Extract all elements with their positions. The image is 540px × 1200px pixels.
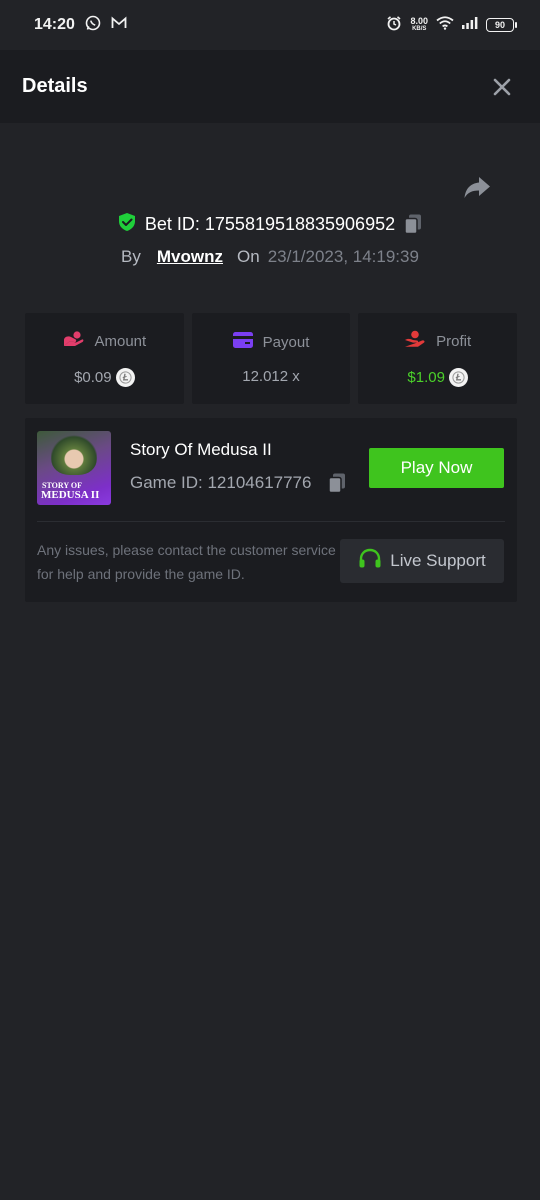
game-name: Story Of Medusa II xyxy=(130,440,272,459)
stat-profit-value-row: $1.09 xyxy=(407,368,468,387)
network-speed-unit: KB/S xyxy=(412,26,427,32)
by-label: By xyxy=(121,247,141,266)
live-support-label: Live Support xyxy=(390,551,486,570)
stat-amount-value: $0.09 xyxy=(74,369,112,386)
stat-amount-head: Amount xyxy=(62,330,146,352)
play-now-button[interactable]: Play Now xyxy=(369,448,504,488)
signal-icon xyxy=(462,16,478,34)
stat-payout-value-row: 12.012 x xyxy=(242,368,300,385)
share-button[interactable] xyxy=(462,174,492,202)
stat-amount-label: Amount xyxy=(94,332,147,350)
wifi-icon xyxy=(436,15,454,35)
bet-stats: Amount $0.09 Payout 12.012 x Profit $1.0… xyxy=(25,313,518,404)
on-label: On xyxy=(237,247,260,266)
amount-icon xyxy=(62,330,84,352)
stat-payout-value: 12.012 x xyxy=(242,368,300,385)
stat-amount: Amount $0.09 xyxy=(25,313,184,404)
copy-icon xyxy=(328,473,346,494)
copy-icon xyxy=(404,214,422,235)
litecoin-icon xyxy=(448,368,468,387)
card-icon xyxy=(232,332,253,352)
battery-indicator: 90 xyxy=(486,18,517,32)
status-bar-left: 14:20 xyxy=(34,15,127,36)
stat-profit-label: Profit xyxy=(436,332,472,350)
whatsapp-icon xyxy=(85,15,101,36)
game-thumbnail[interactable]: STORY OF MEDUSA II xyxy=(37,431,111,505)
game-id-text: Game ID: 12104617776 xyxy=(130,473,312,492)
close-icon xyxy=(493,78,511,95)
stat-payout-label: Payout xyxy=(262,333,310,351)
stat-profit-head: Profit xyxy=(404,330,471,352)
stat-payout-head: Payout xyxy=(232,332,310,352)
gmail-icon xyxy=(111,16,127,35)
stat-profit-value: $1.09 xyxy=(407,369,445,386)
stat-payout: Payout 12.012 x xyxy=(191,313,351,404)
page-title: Details xyxy=(22,75,88,97)
bet-date: 23/1/2023, 14:19:39 xyxy=(267,247,419,266)
username-link[interactable]: Mvownz xyxy=(157,247,223,267)
status-bar-right: 8.00 KB/S 90 xyxy=(386,15,517,36)
copy-game-id-button[interactable] xyxy=(327,472,347,494)
support-note: Any issues, please contact the customer … xyxy=(37,542,336,582)
network-speed: 8.00 KB/S xyxy=(410,17,428,33)
share-icon xyxy=(464,177,490,198)
shield-check-icon xyxy=(117,212,137,237)
bet-meta-row: By Mvownz On 23/1/2023, 14:19:39 xyxy=(0,244,540,270)
network-speed-value: 8.00 xyxy=(410,16,428,26)
game-id-row: Game ID: 12104617776 xyxy=(130,472,347,494)
alarm-icon xyxy=(386,15,402,36)
game-card: STORY OF MEDUSA II Story Of Medusa II Ga… xyxy=(25,418,517,602)
profit-icon xyxy=(404,330,426,352)
copy-bet-id-button[interactable] xyxy=(403,213,423,235)
details-header: Details xyxy=(0,50,540,123)
medusa-art xyxy=(51,435,97,475)
stat-amount-value-row: $0.09 xyxy=(74,368,135,387)
live-support-button[interactable]: Live Support xyxy=(340,539,504,583)
stat-profit: Profit $1.09 xyxy=(358,313,518,404)
bet-id-row: Bet ID: 1755819518835906952 xyxy=(0,210,540,238)
status-time: 14:20 xyxy=(34,16,75,33)
divider xyxy=(37,521,505,522)
close-button[interactable] xyxy=(490,75,514,99)
headset-icon xyxy=(358,548,382,575)
thumbnail-title-line2: MEDUSA II xyxy=(41,489,100,501)
litecoin-icon xyxy=(115,368,135,387)
status-bar: 14:20 8.00 KB/S 90 xyxy=(0,0,540,50)
bet-id-text: Bet ID: 1755819518835906952 xyxy=(144,213,396,234)
